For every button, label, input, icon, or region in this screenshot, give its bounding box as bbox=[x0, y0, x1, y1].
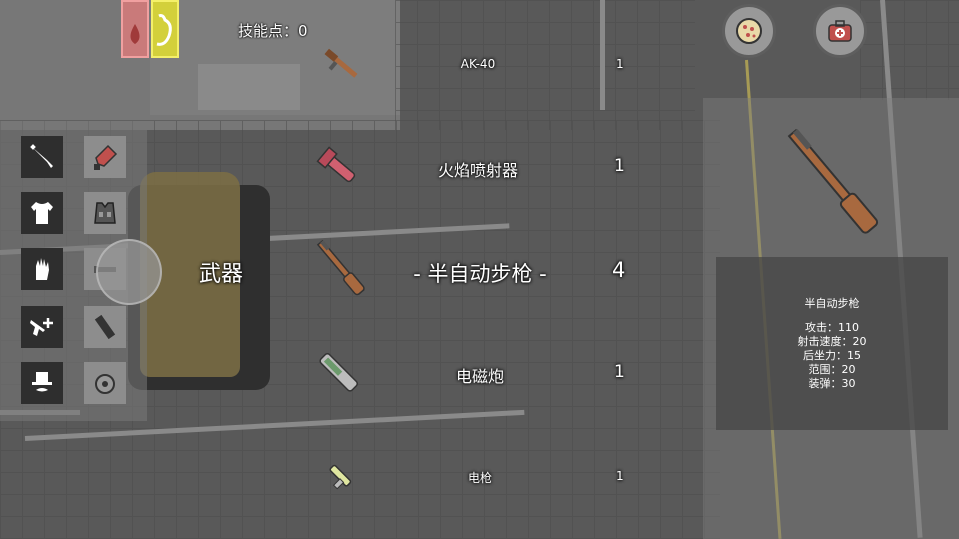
weapon-row-selected[interactable]: - 半自动步枪 - 4 bbox=[300, 228, 640, 308]
glove-icon bbox=[36, 258, 49, 280]
weapon-row[interactable]: 电枪 1 bbox=[300, 454, 640, 498]
railgun-icon bbox=[319, 352, 359, 392]
chainsaw-icon bbox=[94, 144, 118, 170]
glove-slot[interactable] bbox=[21, 248, 63, 290]
turbine-slot[interactable] bbox=[84, 362, 126, 404]
knife-icon bbox=[30, 144, 53, 168]
stat-range: 范围：20 bbox=[808, 363, 856, 376]
medkit-icon bbox=[828, 20, 852, 42]
weapon-stats-title: 半自动步枪 bbox=[804, 297, 860, 310]
stat-ammo: 装弹：30 bbox=[808, 377, 856, 390]
pistol-icon bbox=[30, 318, 53, 336]
weapon-name: - 半自动步枪 - bbox=[413, 262, 547, 286]
armor-slot[interactable] bbox=[84, 192, 126, 234]
taser-icon bbox=[329, 464, 352, 490]
weapon-count: 1 bbox=[614, 156, 625, 176]
knife-slot[interactable] bbox=[21, 136, 63, 178]
weapon-row[interactable]: AK-40 1 bbox=[300, 38, 640, 92]
hat-mustache-icon bbox=[32, 372, 52, 392]
movement-joystick[interactable] bbox=[96, 239, 162, 305]
weapon-row[interactable]: 火焰喷射器 1 bbox=[300, 138, 640, 198]
shirt-icon bbox=[31, 202, 53, 224]
weapon-stats-list: 攻击：110 射击速度：20 后坐力：15 范围：20 装弹：30 bbox=[716, 321, 948, 391]
hunger-status-icon bbox=[151, 0, 179, 58]
medkit-button[interactable] bbox=[813, 4, 867, 58]
health-status-icon bbox=[121, 0, 149, 58]
food-button[interactable] bbox=[722, 4, 776, 58]
weapon-count: 4 bbox=[612, 258, 626, 282]
stomach-icon bbox=[156, 14, 172, 46]
pistol-slot[interactable] bbox=[21, 306, 63, 348]
weapon-stats-panel: 半自动步枪 攻击：110 射击速度：20 后坐力：15 范围：20 装弹：30 bbox=[716, 257, 948, 430]
ak-rifle-icon bbox=[324, 48, 358, 78]
weapon-count: 1 bbox=[616, 469, 624, 483]
stat-attack: 攻击：110 bbox=[805, 321, 859, 334]
category-label: 武器 bbox=[199, 262, 244, 287]
skill-points: 技能点：0 bbox=[238, 22, 308, 40]
armor-vest-icon bbox=[94, 202, 116, 224]
turbine-icon bbox=[95, 374, 115, 394]
weapon-row[interactable]: 电磁炮 1 bbox=[300, 344, 640, 402]
magazine-slot[interactable] bbox=[84, 306, 126, 348]
selected-weapon-preview-icon bbox=[787, 128, 879, 234]
shirt-slot[interactable] bbox=[21, 192, 63, 234]
chainsaw-slot[interactable] bbox=[84, 136, 126, 178]
weapon-count: 1 bbox=[614, 362, 625, 382]
blood-drop-icon bbox=[130, 24, 140, 44]
magazine-icon bbox=[94, 314, 116, 340]
weapon-count: 1 bbox=[616, 57, 624, 71]
weapon-name: AK-40 bbox=[460, 57, 496, 71]
stat-fire-rate: 射击速度：20 bbox=[797, 335, 867, 348]
semi-auto-rifle-icon bbox=[316, 239, 365, 296]
disguise-slot[interactable] bbox=[21, 362, 63, 404]
weapon-name: 电磁炮 bbox=[455, 367, 504, 386]
weapon-name: 电枪 bbox=[467, 471, 492, 485]
stat-recoil: 后坐力：15 bbox=[803, 349, 861, 362]
flamethrower-icon bbox=[316, 146, 356, 183]
pizza-icon bbox=[736, 18, 762, 44]
weapon-name: 火焰喷射器 bbox=[437, 161, 518, 180]
